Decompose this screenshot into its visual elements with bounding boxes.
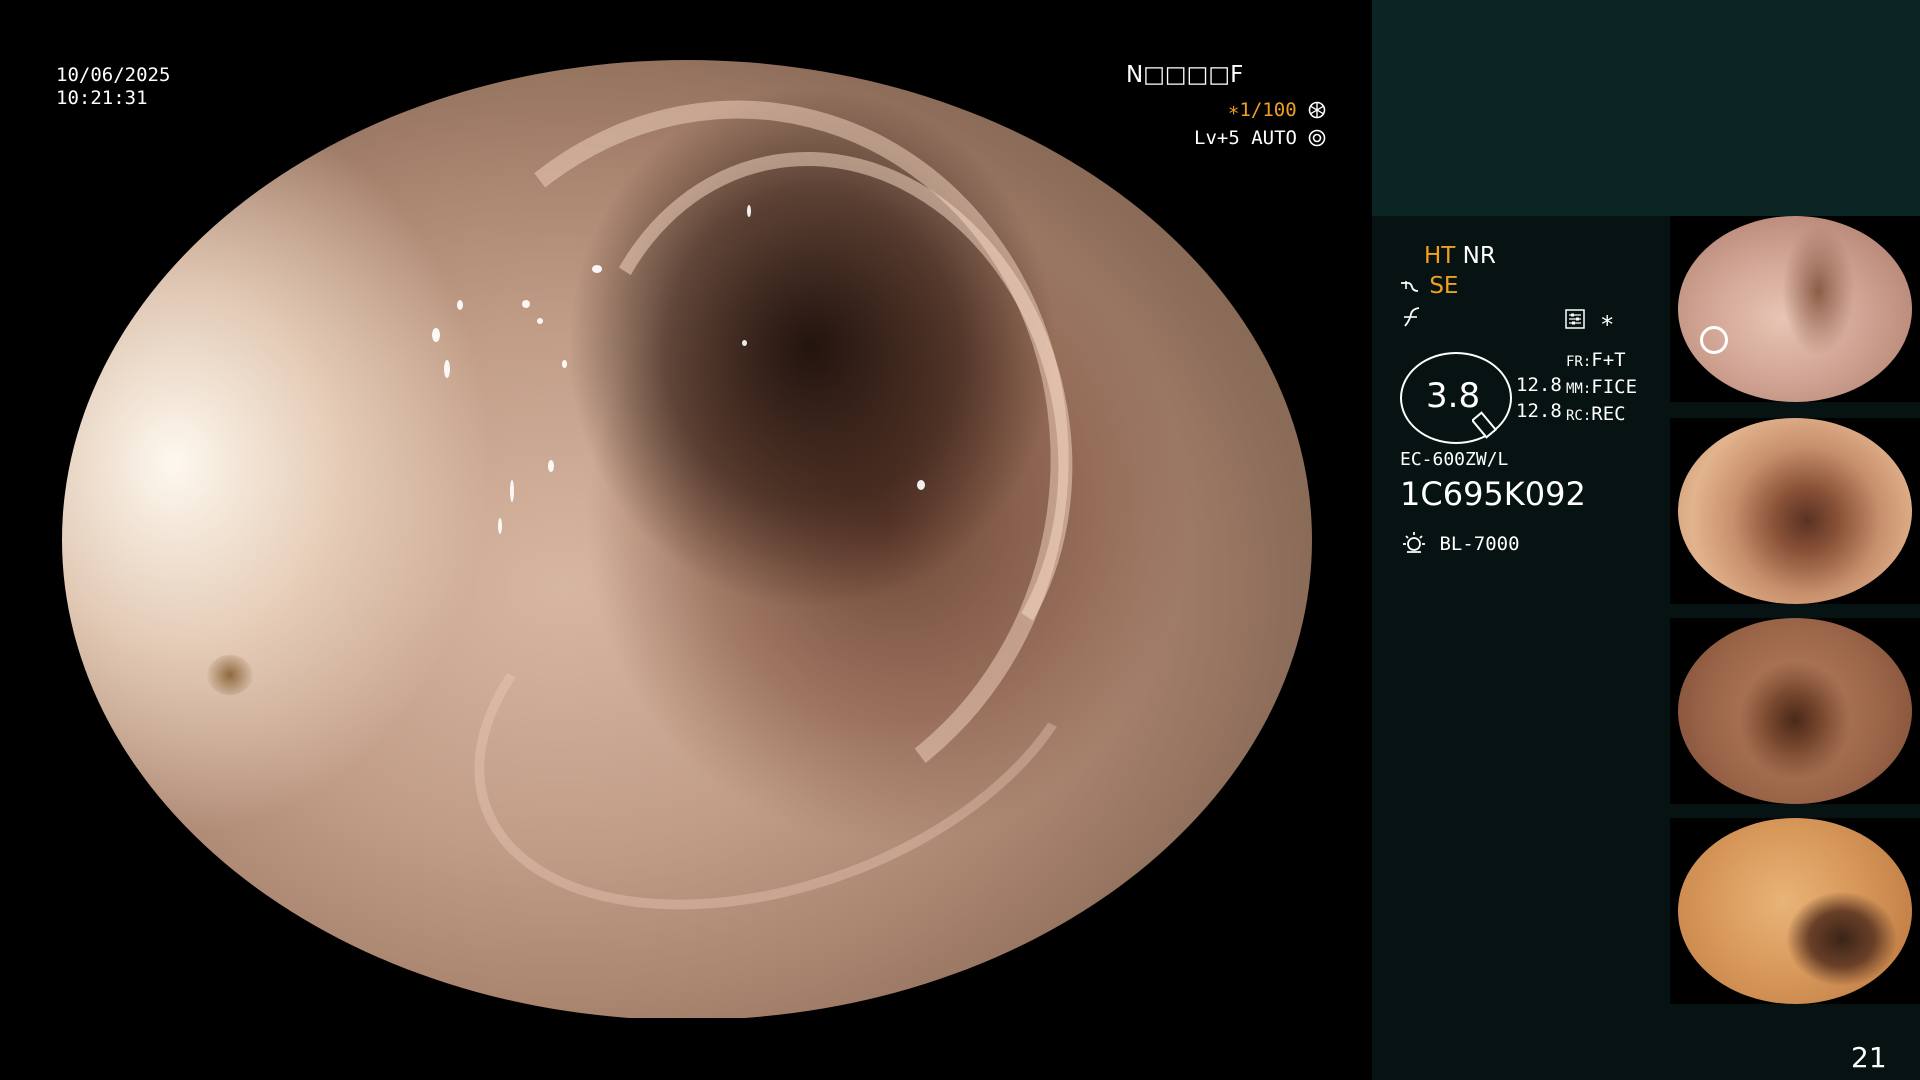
iris-icon	[1309, 129, 1326, 147]
scope-model: EC-600ZW/L	[1400, 449, 1509, 470]
light-source: BL-7000	[1400, 530, 1520, 556]
frame-mask-top	[0, 0, 1372, 60]
wave-icon	[1401, 281, 1419, 292]
light-reflection	[432, 328, 440, 342]
nr-label: NR	[1462, 243, 1496, 269]
light-reflection	[742, 340, 747, 346]
f-curve-icon	[1404, 307, 1420, 327]
page-number: 21	[1851, 1041, 1887, 1074]
value-a: 12.8	[1516, 374, 1562, 396]
frame-mask-bottom	[0, 1018, 1372, 1080]
value-b: 12.8	[1516, 400, 1562, 422]
se-label: SE	[1429, 273, 1459, 299]
mm-label: MM:	[1566, 381, 1592, 397]
enhancement-status: HT NR	[1424, 243, 1496, 269]
sliders-icon	[1565, 309, 1585, 329]
rc-value: REC	[1591, 403, 1626, 425]
light-reflection	[592, 265, 602, 273]
patient-code: N□□□□F	[1126, 62, 1244, 88]
star-indicator: ∗	[1600, 306, 1615, 334]
light-reflection	[510, 480, 514, 502]
fr-value: F+T	[1591, 349, 1626, 371]
light-reflection	[444, 360, 450, 378]
capture-thumbnail[interactable]	[1670, 216, 1920, 402]
endoscopic-image	[62, 56, 1312, 1020]
panel-header-band	[1372, 0, 1920, 216]
light-reflection	[917, 480, 925, 490]
light-level-readout: Lv+5 AUTO	[1194, 127, 1326, 149]
endoscope-main-view: 10/06/2025 10:21:31 N□□□□F ∗1/100 Lv+5 A…	[0, 0, 1372, 1080]
light-reflection	[537, 318, 543, 324]
shutter-text: ∗1/100	[1228, 99, 1297, 121]
se-status: SE	[1400, 273, 1458, 299]
magnifier-icon	[1472, 411, 1498, 439]
capture-thumbnail[interactable]	[1670, 618, 1920, 804]
date-text: 10/06/2025	[56, 64, 171, 86]
capture-thumbnail[interactable]	[1670, 418, 1920, 604]
light-level-text: Lv+5 AUTO	[1194, 127, 1297, 149]
lamp-icon	[1403, 532, 1425, 553]
light-reflection	[562, 360, 567, 368]
light-reflection	[548, 460, 554, 472]
side-panel: HT NR SE ∗ 3.8 12.8 12.8 FR:F+T MM:FICE …	[1372, 0, 1920, 1080]
fr-label: FR:	[1566, 354, 1592, 370]
capture-thumbnail[interactable]	[1670, 818, 1920, 1004]
aperture-icon	[1308, 101, 1326, 119]
light-reflection	[457, 300, 463, 310]
mucosal-spot	[207, 655, 253, 695]
light-reflection	[747, 205, 751, 217]
measurement-values: 12.8 12.8	[1516, 372, 1562, 425]
time-text: 10:21:31	[56, 87, 148, 109]
ht-label: HT	[1424, 243, 1456, 269]
shutter-readout: ∗1/100	[1228, 99, 1326, 121]
date-time: 10/06/2025 10:21:31	[56, 64, 170, 110]
scope-serial: 1C695K092	[1400, 475, 1586, 513]
rc-label: RC:	[1566, 408, 1592, 424]
light-reflection	[498, 518, 502, 534]
mode-settings: FR:F+T MM:FICE RC:REC	[1566, 348, 1637, 429]
light-reflection	[522, 300, 530, 308]
mm-value: FICE	[1591, 376, 1638, 398]
light-source-model: BL-7000	[1439, 533, 1520, 555]
